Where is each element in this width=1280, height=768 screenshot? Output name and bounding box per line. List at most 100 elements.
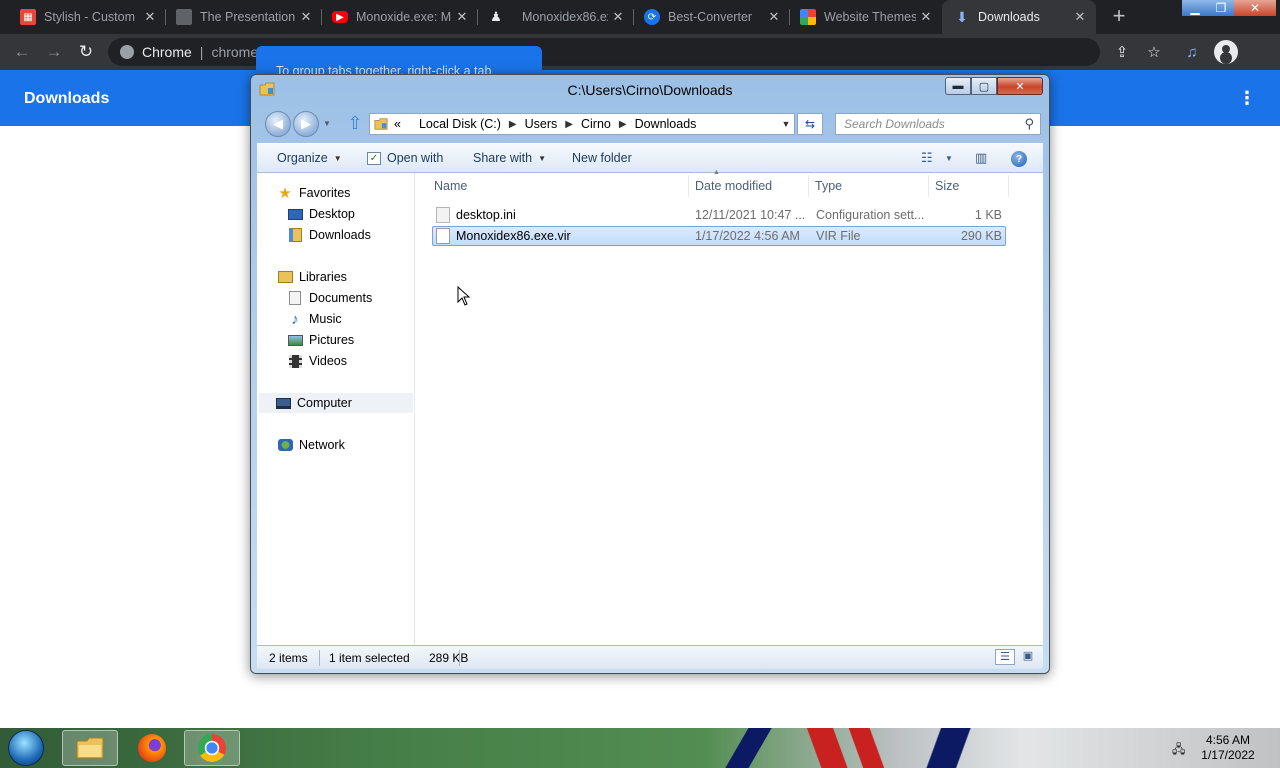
taskbar-firefox[interactable] xyxy=(124,730,180,766)
minimize-button[interactable]: ▁ xyxy=(1182,0,1208,16)
tab-youtube-monoxide[interactable]: ▶ Monoxide.exe: M ✕ xyxy=(322,0,478,34)
column-header-size[interactable]: Size xyxy=(935,179,959,195)
tab-close-icon[interactable]: ✕ xyxy=(296,9,316,25)
reload-button[interactable]: ↻ xyxy=(74,40,98,64)
explorer-back-button[interactable]: ◀ xyxy=(265,111,291,137)
explorer-body: ★ Favorites Desktop Downloads Libraries … xyxy=(257,169,1043,645)
nav-desktop[interactable]: Desktop xyxy=(287,204,355,224)
sort-ascending-icon: ▲ xyxy=(713,169,720,176)
refresh-icon[interactable]: ⇆ xyxy=(797,113,823,135)
change-view-icon[interactable]: ☷ xyxy=(921,150,933,166)
breadcrumb-downloads[interactable]: Downloads xyxy=(635,117,697,131)
network-icon xyxy=(277,437,293,453)
explorer-minimize-button[interactable]: ▬ xyxy=(945,77,971,95)
tab-website-themes[interactable]: Website Themes ✕ xyxy=(790,0,942,34)
explorer-address-bar[interactable]: « Local Disk (C:) ▶ Users ▶ Cirno ▶ Down… xyxy=(369,113,795,135)
tab-presentation[interactable]: The Presentation ✕ xyxy=(166,0,322,34)
search-icon[interactable]: ⚲ xyxy=(1024,116,1034,132)
taskbar-clock[interactable]: 4:56 AM 1/17/2022 xyxy=(1196,733,1260,763)
tab-close-icon[interactable]: ✕ xyxy=(764,9,784,25)
details-view-icon[interactable]: ☰ xyxy=(995,649,1015,665)
file-row-desktop-ini[interactable]: desktop.ini 12/11/2021 10:47 ... Configu… xyxy=(432,205,1006,225)
mouse-cursor-icon xyxy=(457,286,471,306)
status-item-count: 2 items xyxy=(269,651,308,665)
download-icon: ⬇ xyxy=(956,8,968,25)
back-button[interactable]: ← xyxy=(10,40,34,64)
chevron-right-icon[interactable]: ▶ xyxy=(509,119,517,130)
tab-close-icon[interactable]: ✕ xyxy=(1070,9,1090,25)
explorer-close-button[interactable]: ✕ xyxy=(997,77,1043,95)
omnibox-site-label: Chrome xyxy=(142,44,192,60)
nav-pictures[interactable]: Pictures xyxy=(287,330,354,350)
bookmark-star-icon[interactable]: ☆ xyxy=(1144,42,1164,62)
status-selection: 1 item selected xyxy=(329,651,410,665)
tab-close-icon[interactable]: ✕ xyxy=(608,9,628,25)
share-with-button[interactable]: Share with ▼ xyxy=(473,151,546,165)
nav-computer[interactable]: Computer xyxy=(259,393,413,413)
explorer-status-bar: 2 items 1 item selected 289 KB ☰ ▣ xyxy=(257,645,1043,669)
taskbar-explorer[interactable] xyxy=(62,730,118,766)
breadcrumb-local-disk[interactable]: Local Disk (C:) xyxy=(419,117,501,131)
nav-libraries[interactable]: Libraries xyxy=(277,267,347,287)
organize-button[interactable]: Organize ▼ xyxy=(277,151,342,165)
preview-pane-icon[interactable]: ▥ xyxy=(975,150,987,166)
profile-avatar[interactable] xyxy=(1214,40,1238,64)
computer-icon xyxy=(275,395,291,411)
nav-downloads[interactable]: Downloads xyxy=(287,225,371,245)
nav-videos[interactable]: Videos xyxy=(287,351,347,371)
navigation-pane: ★ Favorites Desktop Downloads Libraries … xyxy=(257,173,415,645)
file-row-monoxidex86-exe-vir[interactable]: Monoxidex86.exe.vir 1/17/2022 4:56 AM VI… xyxy=(432,226,1006,246)
explorer-forward-button[interactable]: ▶ xyxy=(293,111,319,137)
view-options-dropdown-icon[interactable]: ▼ xyxy=(945,154,953,163)
share-icon[interactable]: ⇪ xyxy=(1112,42,1132,62)
folder-icon xyxy=(76,737,104,759)
nav-favorites[interactable]: ★ Favorites xyxy=(277,183,350,203)
downloads-folder-icon xyxy=(287,227,303,243)
folder-icon xyxy=(374,118,388,130)
explorer-titlebar[interactable]: C:\Users\Cirno\Downloads ▬ ▢ ✕ xyxy=(251,75,1049,107)
chevron-down-icon: ▼ xyxy=(333,153,342,163)
tab-stylish[interactable]: ▦ Stylish - Custom ✕ xyxy=(0,0,166,34)
clock-time: 4:56 AM xyxy=(1205,733,1251,747)
large-icons-view-icon[interactable]: ▣ xyxy=(1019,649,1037,665)
forward-button[interactable]: → xyxy=(42,40,66,64)
close-window-button[interactable]: ✕ xyxy=(1234,0,1276,16)
search-box[interactable]: ⚲ xyxy=(835,113,1041,135)
new-folder-button[interactable]: New folder xyxy=(572,151,632,165)
browser-toolbar: ← → ↻ Chrome | chrome://downloads ⇪ ☆ ♫ xyxy=(0,34,1280,70)
start-button[interactable] xyxy=(8,730,44,766)
star-icon: ★ xyxy=(278,185,292,202)
chevron-right-icon[interactable]: ▶ xyxy=(565,119,573,130)
explorer-maximize-button[interactable]: ▢ xyxy=(971,77,997,95)
libraries-icon xyxy=(277,269,293,285)
network-tray-icon[interactable]: 🖧 xyxy=(1172,740,1188,756)
nav-music[interactable]: ♪ Music xyxy=(287,309,341,329)
tab-github-monoxidex86[interactable]: ♟ Monoxidex86.ex ✕ xyxy=(478,0,634,34)
media-controls-icon[interactable]: ♫ xyxy=(1182,42,1202,62)
column-header-name[interactable]: Name xyxy=(434,179,467,195)
tab-close-icon[interactable]: ✕ xyxy=(452,9,472,25)
nav-documents[interactable]: Documents xyxy=(287,288,372,308)
tab-close-icon[interactable]: ✕ xyxy=(916,9,936,25)
taskbar-chrome[interactable] xyxy=(184,730,240,766)
help-icon[interactable]: ? xyxy=(1011,151,1027,167)
address-history-dropdown-icon[interactable]: ▼ xyxy=(778,114,794,134)
restore-button[interactable]: ❐ xyxy=(1208,0,1234,16)
column-header-type[interactable]: Type xyxy=(815,179,842,195)
chevron-right-icon[interactable]: ▶ xyxy=(619,119,627,130)
open-with-button[interactable]: ✓ Open with xyxy=(367,151,443,165)
new-tab-button[interactable]: + xyxy=(1106,5,1132,29)
column-header-date-modified[interactable]: Date modified xyxy=(695,179,772,195)
tab-downloads[interactable]: ⬇ Downloads ✕ xyxy=(942,0,1096,34)
recent-pages-dropdown-icon[interactable]: ▼ xyxy=(323,119,331,128)
search-input[interactable] xyxy=(844,117,1014,131)
tab-best-converter[interactable]: ⟳ Best-Converter ✕ xyxy=(634,0,790,34)
breadcrumb-users[interactable]: Users xyxy=(525,117,558,131)
breadcrumb-cirno[interactable]: Cirno xyxy=(581,117,611,131)
nav-network[interactable]: Network xyxy=(277,435,345,455)
up-one-level-icon[interactable]: ⇧ xyxy=(345,113,365,135)
youtube-icon: ▶ xyxy=(332,11,348,23)
breadcrumb-overflow[interactable]: « xyxy=(394,117,401,131)
more-options-icon[interactable]: ⋮ xyxy=(1238,88,1256,108)
tab-close-icon[interactable]: ✕ xyxy=(140,9,160,25)
